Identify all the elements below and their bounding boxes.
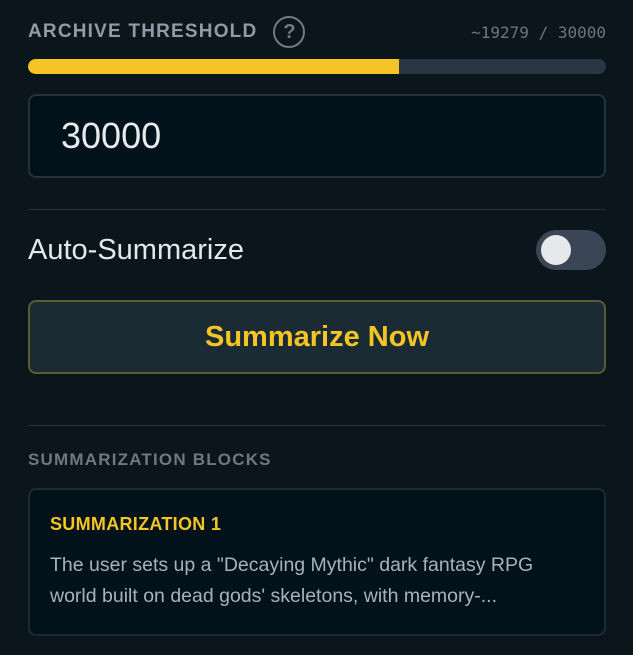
threshold-title: ARCHIVE THRESHOLD bbox=[28, 21, 258, 42]
auto-summarize-toggle[interactable] bbox=[536, 230, 606, 270]
divider bbox=[28, 209, 606, 210]
summarization-blocks-heading: SUMMARIZATION BLOCKS bbox=[28, 450, 272, 469]
summarize-now-button[interactable]: Summarize Now bbox=[28, 300, 606, 374]
threshold-header: ARCHIVE THRESHOLD ? ~19279 / 30000 bbox=[28, 14, 606, 50]
threshold-progress-fill bbox=[28, 59, 400, 74]
help-circle-icon[interactable]: ? bbox=[273, 16, 306, 48]
auto-summarize-label: Auto-Summarize bbox=[28, 233, 244, 266]
archive-panel: ARCHIVE THRESHOLD ? ~19279 / 30000 Auto-… bbox=[0, 0, 633, 655]
summarization-block-card[interactable]: SUMMARIZATION 1 The user sets up a "Deca… bbox=[28, 488, 606, 636]
threshold-input[interactable] bbox=[28, 94, 606, 178]
summarization-block-title: SUMMARIZATION 1 bbox=[50, 514, 222, 534]
divider bbox=[28, 425, 606, 426]
auto-summarize-row: Auto-Summarize bbox=[28, 226, 606, 274]
toggle-knob bbox=[541, 235, 571, 265]
threshold-progress-bar bbox=[28, 59, 606, 74]
summarization-block-preview: The user sets up a "Decaying Mythic" dar… bbox=[50, 554, 534, 607]
token-count: ~19279 / 30000 bbox=[471, 22, 606, 42]
